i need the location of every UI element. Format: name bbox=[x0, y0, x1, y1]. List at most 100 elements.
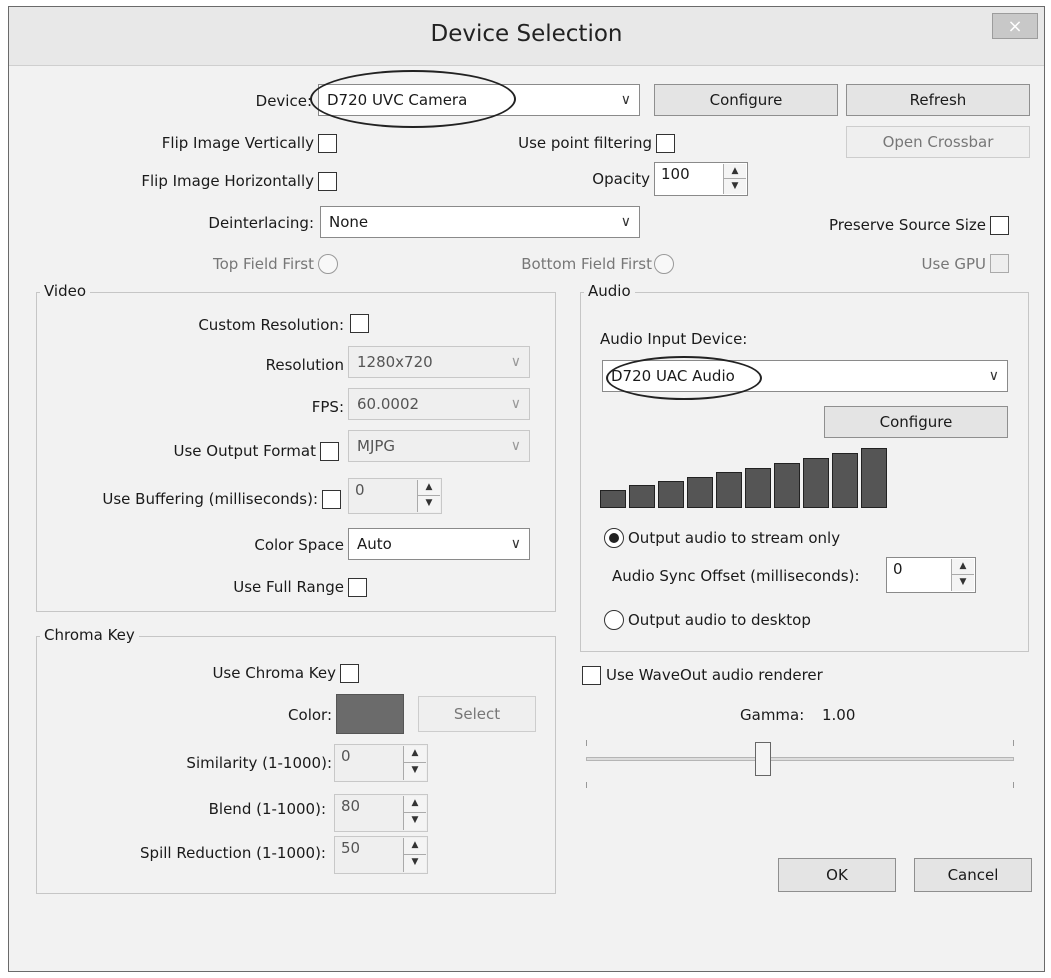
full-range-label: Use Full Range bbox=[233, 578, 344, 596]
fps-value: 60.0002 bbox=[357, 395, 420, 413]
deinterlacing-value: None bbox=[329, 213, 369, 231]
similarity-value: 0 bbox=[341, 747, 351, 765]
cancel-button[interactable]: Cancel bbox=[914, 858, 1032, 892]
full-range-checkbox[interactable] bbox=[348, 578, 367, 597]
audio-group-title: Audio bbox=[584, 282, 635, 300]
resolution-value: 1280x720 bbox=[357, 353, 433, 371]
waveout-checkbox[interactable] bbox=[582, 666, 601, 685]
chevron-down-icon: ∨ bbox=[510, 438, 521, 454]
buffering-value: 0 bbox=[355, 481, 365, 499]
slider-tick bbox=[586, 740, 587, 746]
gamma-value: 1.00 bbox=[822, 706, 856, 724]
chevron-down-icon: ∨ bbox=[620, 92, 631, 108]
similarity-stepper[interactable]: 0 ▲ ▼ bbox=[334, 744, 428, 782]
buffering-label: Use Buffering (milliseconds): bbox=[102, 490, 318, 508]
resolution-select[interactable]: 1280x720 ∨ bbox=[348, 346, 530, 378]
chroma-color-swatch[interactable] bbox=[336, 694, 404, 734]
deinterlacing-label: Deinterlacing: bbox=[208, 214, 314, 232]
flip-vertical-label: Flip Image Vertically bbox=[161, 134, 314, 152]
configure-audio-button[interactable]: Configure bbox=[824, 406, 1008, 438]
preserve-size-label: Preserve Source Size bbox=[828, 216, 986, 234]
audio-level-bar bbox=[600, 490, 626, 508]
audio-level-bar bbox=[861, 448, 887, 508]
stepper-arrows-icon[interactable]: ▲ ▼ bbox=[403, 746, 426, 780]
stepper-arrows-icon[interactable]: ▲ ▼ bbox=[723, 164, 746, 194]
use-gpu-checkbox[interactable] bbox=[990, 254, 1009, 273]
slider-track bbox=[586, 757, 1014, 761]
buffering-stepper[interactable]: 0 ▲ ▼ bbox=[348, 478, 442, 514]
waveout-label: Use WaveOut audio renderer bbox=[606, 666, 823, 684]
output-format-select[interactable]: MJPG ∨ bbox=[348, 430, 530, 462]
deinterlacing-select[interactable]: None ∨ bbox=[320, 206, 640, 238]
fps-select[interactable]: 60.0002 ∨ bbox=[348, 388, 530, 420]
resolution-label: Resolution bbox=[265, 356, 344, 374]
audio-input-label: Audio Input Device: bbox=[600, 330, 748, 348]
top-field-first-label: Top Field First bbox=[212, 255, 314, 273]
bottom-field-first-label: Bottom Field First bbox=[521, 255, 652, 273]
buffering-checkbox[interactable] bbox=[322, 490, 341, 509]
opacity-stepper[interactable]: 100 ▲ ▼ bbox=[654, 162, 748, 196]
spill-reduction-label: Spill Reduction (1-1000): bbox=[140, 844, 326, 862]
use-chroma-key-label: Use Chroma Key bbox=[212, 664, 336, 682]
chevron-down-icon: ∨ bbox=[620, 214, 631, 230]
desktop-label: Output audio to desktop bbox=[628, 611, 811, 629]
color-space-label: Color Space bbox=[254, 536, 344, 554]
open-crossbar-button[interactable]: Open Crossbar bbox=[846, 126, 1030, 158]
color-space-value: Auto bbox=[357, 535, 392, 553]
stream-only-label: Output audio to stream only bbox=[628, 529, 841, 547]
stepper-arrows-icon[interactable]: ▲ ▼ bbox=[403, 838, 426, 872]
audio-level-bar bbox=[803, 458, 829, 508]
stepper-arrows-icon[interactable]: ▲ ▼ bbox=[951, 559, 974, 591]
configure-device-button[interactable]: Configure bbox=[654, 84, 838, 116]
gamma-slider[interactable] bbox=[586, 740, 1014, 788]
custom-resolution-checkbox[interactable] bbox=[350, 314, 369, 333]
chevron-down-icon: ∨ bbox=[510, 354, 521, 370]
flip-horizontal-label: Flip Image Horizontally bbox=[141, 172, 314, 190]
flip-horizontal-checkbox[interactable] bbox=[318, 172, 337, 191]
sync-offset-stepper[interactable]: 0 ▲ ▼ bbox=[886, 557, 976, 593]
blend-value: 80 bbox=[341, 797, 361, 815]
sync-offset-value: 0 bbox=[893, 560, 903, 578]
desktop-radio[interactable] bbox=[604, 610, 624, 630]
stream-only-radio[interactable] bbox=[604, 528, 624, 548]
similarity-label: Similarity (1-1000): bbox=[186, 754, 332, 772]
bottom-field-first-radio[interactable] bbox=[654, 254, 674, 274]
highlight-ellipse-device bbox=[310, 70, 516, 128]
custom-resolution-label: Custom Resolution: bbox=[198, 316, 344, 334]
slider-thumb[interactable] bbox=[755, 742, 771, 776]
window-title: Device Selection bbox=[430, 21, 623, 47]
audio-level-bar bbox=[687, 477, 713, 508]
audio-level-bar bbox=[716, 472, 742, 508]
highlight-ellipse-audio bbox=[606, 356, 762, 400]
audio-level-bar bbox=[774, 463, 800, 508]
stepper-arrows-icon[interactable]: ▲ ▼ bbox=[417, 480, 440, 512]
select-color-button[interactable]: Select bbox=[418, 696, 536, 732]
title-bar: Device Selection × bbox=[9, 7, 1044, 66]
audio-level-meter bbox=[600, 448, 900, 508]
color-space-select[interactable]: Auto ∨ bbox=[348, 528, 530, 560]
top-field-first-radio[interactable] bbox=[318, 254, 338, 274]
point-filter-checkbox[interactable] bbox=[656, 134, 675, 153]
audio-level-bar bbox=[745, 468, 771, 508]
output-format-value: MJPG bbox=[357, 437, 396, 455]
slider-tick bbox=[1013, 782, 1014, 788]
opacity-value: 100 bbox=[661, 165, 690, 183]
output-format-label: Use Output Format bbox=[173, 442, 316, 460]
close-button[interactable]: × bbox=[992, 13, 1038, 39]
spill-reduction-stepper[interactable]: 50 ▲ ▼ bbox=[334, 836, 428, 874]
ok-button[interactable]: OK bbox=[778, 858, 896, 892]
blend-stepper[interactable]: 80 ▲ ▼ bbox=[334, 794, 428, 832]
fps-label: FPS: bbox=[311, 398, 344, 416]
flip-vertical-checkbox[interactable] bbox=[318, 134, 337, 153]
chevron-down-icon: ∨ bbox=[510, 396, 521, 412]
point-filter-label: Use point filtering bbox=[518, 134, 652, 152]
slider-tick bbox=[1013, 740, 1014, 746]
preserve-size-checkbox[interactable] bbox=[990, 216, 1009, 235]
refresh-button[interactable]: Refresh bbox=[846, 84, 1030, 116]
use-chroma-key-checkbox[interactable] bbox=[340, 664, 359, 683]
audio-level-bar bbox=[832, 453, 858, 508]
stepper-arrows-icon[interactable]: ▲ ▼ bbox=[403, 796, 426, 830]
audio-level-bar bbox=[658, 481, 684, 508]
output-format-checkbox[interactable] bbox=[320, 442, 339, 461]
device-label: Device: bbox=[255, 92, 312, 110]
